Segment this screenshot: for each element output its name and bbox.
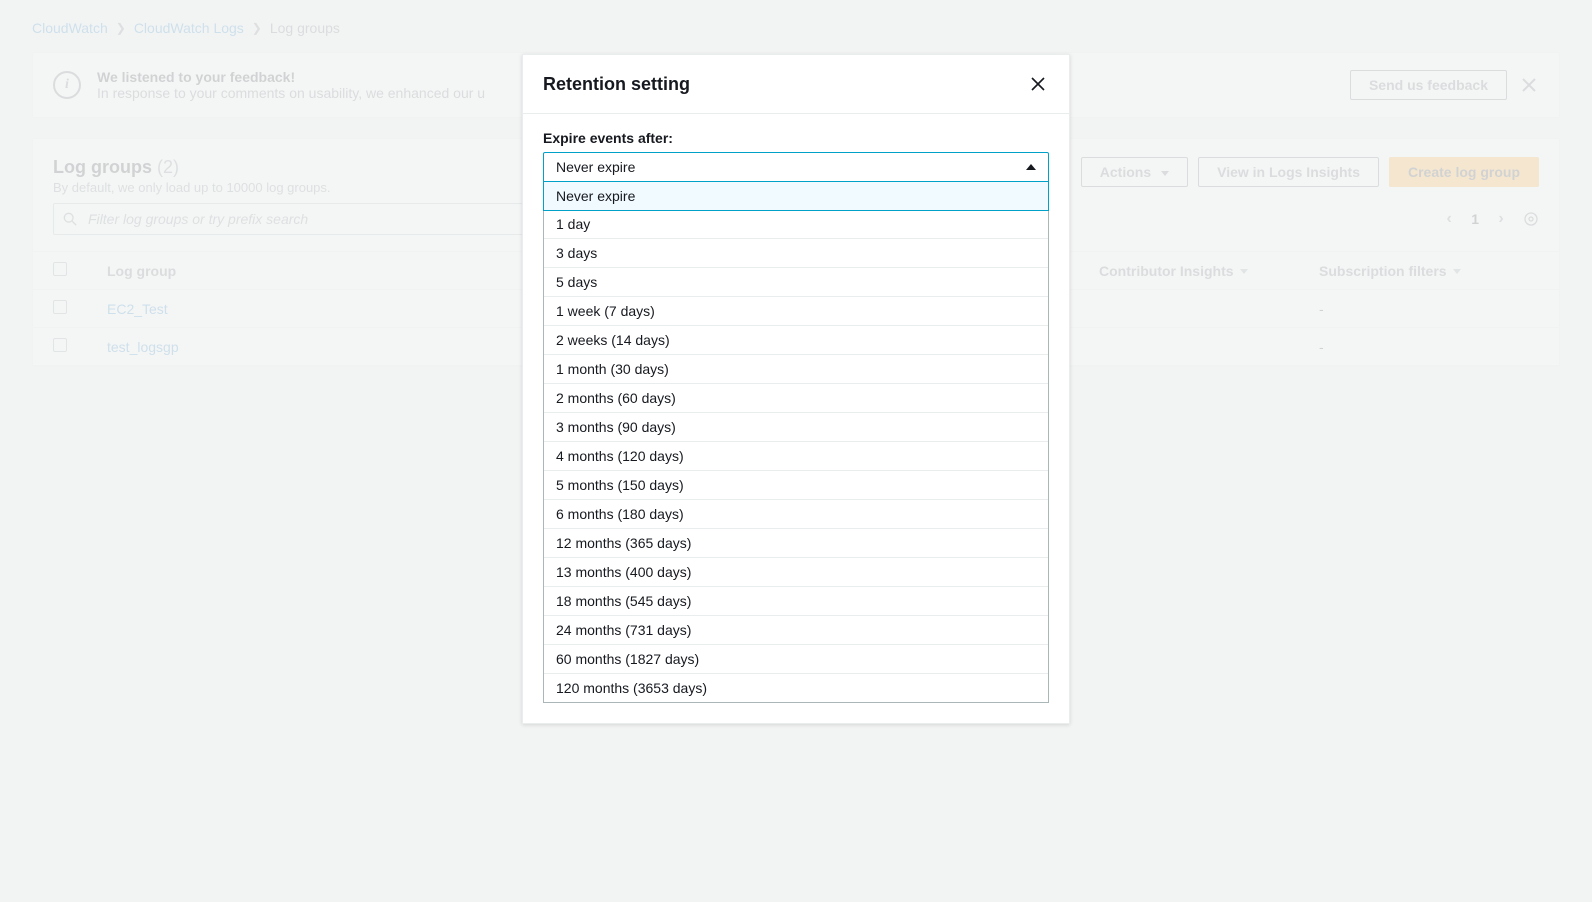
retention-option[interactable]: 13 months (400 days) — [544, 558, 1048, 587]
retention-option[interactable]: 3 days — [544, 239, 1048, 268]
retention-option[interactable]: 3 months (90 days) — [544, 413, 1048, 442]
retention-option[interactable]: 120 months (3653 days) — [544, 674, 1048, 702]
modal-overlay[interactable]: Retention setting Expire events after: N… — [0, 0, 1592, 902]
retention-select[interactable]: Never expire — [543, 152, 1049, 182]
retention-option[interactable]: 1 day — [544, 210, 1048, 239]
retention-option[interactable]: 2 weeks (14 days) — [544, 326, 1048, 355]
retention-option[interactable]: 24 months (731 days) — [544, 616, 1048, 645]
retention-option[interactable]: 2 months (60 days) — [544, 384, 1048, 413]
retention-option[interactable]: 4 months (120 days) — [544, 442, 1048, 471]
retention-option[interactable]: 6 months (180 days) — [544, 500, 1048, 529]
close-icon[interactable] — [1027, 73, 1049, 95]
expire-events-label: Expire events after: — [543, 130, 1049, 146]
retention-option[interactable]: 18 months (545 days) — [544, 587, 1048, 616]
retention-option[interactable]: 1 week (7 days) — [544, 297, 1048, 326]
retention-option[interactable]: 1 month (30 days) — [544, 355, 1048, 384]
modal-title: Retention setting — [543, 74, 690, 95]
retention-option[interactable]: 5 months (150 days) — [544, 471, 1048, 500]
retention-option[interactable]: 5 days — [544, 268, 1048, 297]
retention-options-list: Never expire1 day3 days5 days1 week (7 d… — [543, 181, 1049, 703]
retention-option[interactable]: 12 months (365 days) — [544, 529, 1048, 558]
retention-option[interactable]: Never expire — [543, 181, 1049, 211]
retention-select-value: Never expire — [556, 159, 635, 175]
caret-up-icon — [1026, 164, 1036, 170]
retention-modal: Retention setting Expire events after: N… — [522, 54, 1070, 724]
retention-option[interactable]: 60 months (1827 days) — [544, 645, 1048, 674]
